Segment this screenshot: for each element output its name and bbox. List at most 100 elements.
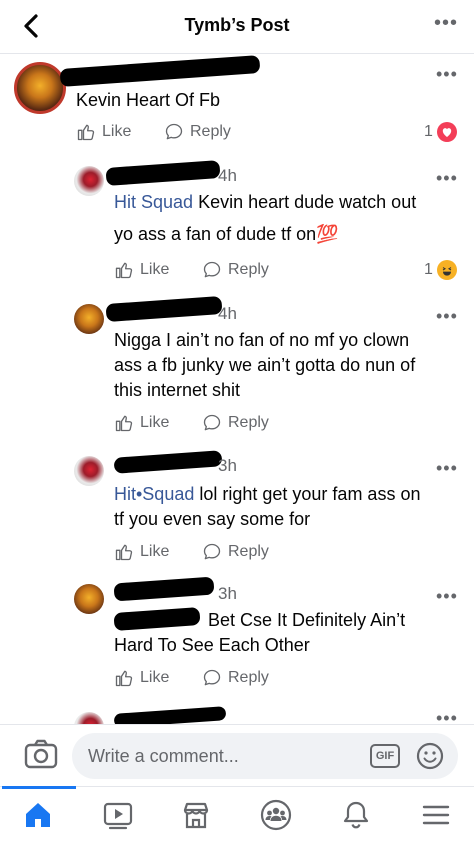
comment-text-line: Hard To See Each Other: [114, 635, 310, 655]
avatar[interactable]: [14, 62, 66, 114]
avatar[interactable]: [74, 712, 104, 724]
timestamp: 3h: [218, 584, 237, 603]
marketplace-icon[interactable]: [180, 799, 212, 831]
menu-icon[interactable]: [420, 799, 452, 831]
love-reaction-icon: [436, 122, 457, 142]
comment: ••• Kevin Heart Of Fb Like Reply 1: [0, 55, 474, 152]
like-label: Like: [102, 123, 132, 140]
reply-icon: [203, 261, 221, 278]
gif-icon[interactable]: GIF: [370, 744, 400, 768]
more-options-icon[interactable]: •••: [434, 12, 458, 35]
reply-button[interactable]: Reply: [202, 542, 269, 562]
comment-actions: Like Reply 1: [76, 122, 466, 146]
reply-comment: 3h ••• Bet Cse It Definitely Ain’t Hard …: [0, 576, 474, 698]
active-tab-indicator: [2, 786, 76, 789]
avatar[interactable]: [74, 166, 104, 196]
like-icon: [115, 670, 133, 687]
reply-comment: 4h ••• Nigga I ain’t no fan of no mf yo …: [0, 295, 474, 438]
timestamp: 4h: [218, 304, 237, 323]
comment-text-line: ass a fb junky we ain’t gotta do nun of: [114, 355, 416, 375]
reaction-count: 1: [424, 123, 433, 140]
reply-comment-partial: •••: [0, 706, 474, 724]
notifications-icon[interactable]: [340, 799, 372, 831]
comment-text: Hit•Squad lol right get your fam ass on: [114, 482, 464, 507]
home-icon[interactable]: [22, 799, 54, 831]
reply-icon: [165, 123, 183, 140]
comment-options-icon[interactable]: •••: [436, 64, 458, 85]
comment-options-icon[interactable]: •••: [436, 458, 458, 479]
like-button[interactable]: Like: [114, 413, 169, 433]
comment-actions: Like Reply: [114, 542, 466, 566]
comment-text: Kevin Heart Of Fb: [76, 90, 221, 110]
mention-link[interactable]: Hit•Squad: [114, 484, 194, 504]
reply-label: Reply: [190, 123, 231, 140]
comment-options-icon[interactable]: •••: [436, 306, 458, 327]
comment-text: Hit Squad Kevin heart dude watch out: [114, 190, 464, 215]
reaction-count: 1: [424, 261, 433, 278]
bottom-nav: [0, 786, 474, 843]
video-icon[interactable]: [102, 799, 134, 831]
reply-button[interactable]: Reply: [202, 413, 269, 433]
timestamp: 3h: [218, 456, 237, 475]
like-button[interactable]: Like: [114, 542, 169, 562]
like-button[interactable]: Like: [114, 668, 169, 688]
comment-text-line: lol right get your fam ass on: [194, 484, 421, 504]
reaction-summary[interactable]: 1: [424, 122, 457, 142]
reply-label: Reply: [228, 414, 269, 431]
redacted-name: [105, 160, 221, 186]
comment-input[interactable]: Write a comment... GIF: [72, 733, 458, 779]
like-label: Like: [140, 261, 170, 278]
timestamp: 4h: [218, 166, 237, 185]
reply-label: Reply: [228, 543, 269, 560]
like-label: Like: [140, 669, 170, 686]
page-title: Tymb’s Post: [184, 15, 290, 35]
like-icon: [115, 415, 133, 432]
comment-composer: Write a comment... GIF: [0, 724, 474, 784]
comment-text-line: Nigga I ain’t no fan of no mf yo clown: [114, 330, 410, 350]
comment-options-icon[interactable]: •••: [436, 708, 458, 724]
reply-button[interactable]: Reply: [202, 668, 269, 688]
groups-icon[interactable]: [260, 799, 292, 831]
reply-icon: [203, 669, 221, 686]
haha-reaction-icon: [436, 260, 457, 280]
avatar[interactable]: [74, 304, 104, 334]
redacted-name: [105, 295, 223, 323]
like-icon: [115, 544, 133, 561]
reply-label: Reply: [228, 669, 269, 686]
avatar[interactable]: [74, 456, 104, 486]
reply-comment: 4h ••• Hit Squad Kevin heart dude watch …: [0, 160, 474, 290]
comment-options-icon[interactable]: •••: [436, 586, 458, 607]
comment-actions: Like Reply: [114, 668, 466, 692]
reply-label: Reply: [228, 261, 269, 278]
avatar[interactable]: [74, 584, 104, 614]
like-icon: [77, 124, 95, 141]
like-button[interactable]: Like: [114, 260, 169, 280]
redacted-mention: [113, 607, 201, 631]
reply-button[interactable]: Reply: [164, 122, 231, 142]
top-bar: Tymb’s Post •••: [0, 0, 474, 54]
comment-text-line: Kevin heart dude watch out: [193, 192, 417, 212]
comment-text-line: tf you even say some for: [114, 509, 311, 529]
mention-link[interactable]: Hit Squad: [114, 192, 193, 212]
redacted-name: [113, 706, 227, 724]
redacted-name: [59, 55, 261, 87]
comment-actions: Like Reply: [114, 413, 466, 437]
comment-actions: Like Reply 1: [114, 260, 466, 284]
reply-comment: 3h ••• Hit•Squad lol right get your fam …: [0, 450, 474, 568]
camera-icon[interactable]: [24, 739, 58, 769]
redacted-name: [113, 576, 215, 602]
reply-button[interactable]: Reply: [202, 260, 269, 280]
redacted-name: [113, 450, 223, 474]
like-label: Like: [140, 543, 170, 560]
reply-icon: [203, 543, 221, 560]
emoji-icon[interactable]: [416, 742, 444, 770]
like-button[interactable]: Like: [76, 122, 131, 142]
reaction-summary[interactable]: 1: [424, 260, 457, 280]
like-icon: [115, 262, 133, 279]
like-label: Like: [140, 414, 170, 431]
comment-options-icon[interactable]: •••: [436, 168, 458, 189]
comment-text-line: yo ass a fan of dude tf on💯: [114, 224, 339, 244]
comment-input-placeholder: Write a comment...: [88, 746, 239, 766]
comment-text-line: this internet shit: [114, 380, 241, 400]
comment-text-line: Bet Cse It Definitely Ain’t: [208, 610, 406, 630]
